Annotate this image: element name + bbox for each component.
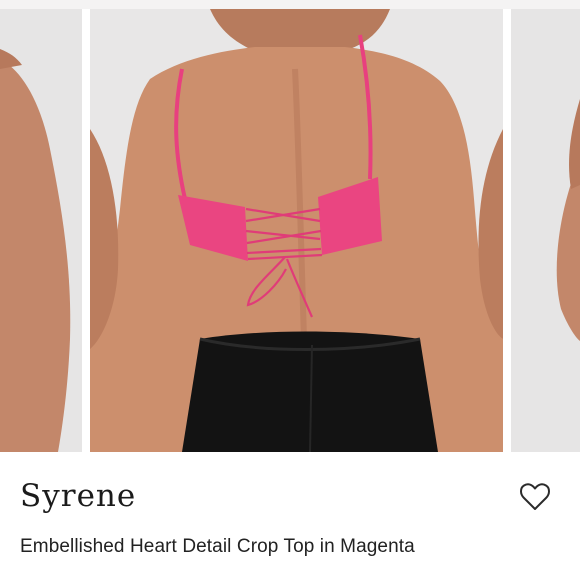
heart-outline-icon[interactable]	[519, 482, 551, 512]
favorite-heart-graphic	[520, 483, 550, 510]
product-image-carousel[interactable]	[0, 9, 580, 452]
product-title[interactable]: Embellished Heart Detail Crop Top in Mag…	[20, 535, 415, 559]
main-photo-graphic	[90, 9, 503, 452]
previous-photo-graphic	[0, 9, 82, 452]
current-product-photo[interactable]	[90, 9, 503, 452]
top-divider-strip	[0, 0, 580, 9]
next-product-photo[interactable]	[511, 9, 580, 452]
brand-name[interactable]: Syrene	[20, 476, 136, 516]
previous-product-photo[interactable]	[0, 9, 82, 452]
next-photo-graphic	[511, 9, 580, 452]
